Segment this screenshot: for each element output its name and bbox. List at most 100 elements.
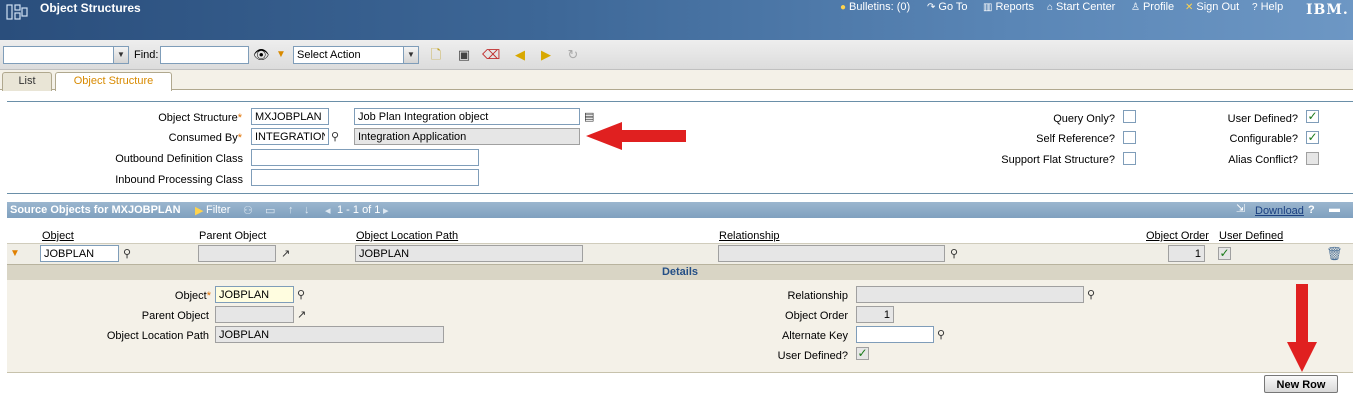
goto-link[interactable]: ↷ Go To [927, 1, 968, 13]
filter-icon[interactable]: ▶ [195, 204, 203, 217]
lookup-magnifier-icon[interactable]: ⚲ [1087, 288, 1095, 301]
table-help-icon[interactable]: ? [1308, 204, 1315, 216]
query-only-label: Query Only? [1053, 113, 1115, 125]
binoculars-icon[interactable]: 👁 [253, 47, 270, 63]
row-expand-arrow-icon[interactable]: ▼ [10, 248, 20, 259]
help-question-icon: ? [1252, 2, 1258, 13]
start-center-link[interactable]: ⌂ Start Center [1047, 1, 1115, 13]
detail-alternate-key-input[interactable] [856, 326, 934, 343]
alias-conflict-label: Alias Conflict? [1228, 154, 1298, 166]
col-relationship[interactable]: Relationship [719, 230, 780, 242]
find-label: Find: [134, 49, 159, 61]
self-reference-label: Self Reference? [1036, 133, 1115, 145]
tab-list[interactable]: List [2, 72, 52, 91]
detail-relationship [856, 286, 1084, 303]
configurable-label: Configurable? [1229, 133, 1299, 145]
self-reference-checkbox[interactable] [1123, 131, 1136, 144]
page-next-icon[interactable]: ▸ [383, 204, 389, 217]
tab-object-structure[interactable]: Object Structure [55, 72, 172, 91]
close-x-icon: ✕ [1185, 2, 1194, 13]
detail-object-order [856, 306, 894, 323]
lookup-magnifier-icon[interactable]: ⚲ [123, 247, 131, 260]
filter-link[interactable]: Filter [206, 204, 230, 216]
detail-user-defined-checkbox: ✓ [856, 346, 869, 360]
arrow-down-icon[interactable]: ↓ [304, 204, 310, 216]
lookup-magnifier-icon[interactable]: ⚲ [937, 328, 945, 341]
lookup-magnifier-icon[interactable]: ⚲ [297, 288, 305, 301]
required-asterisk: * [206, 290, 211, 302]
lookup-magnifier-icon[interactable]: ⚲ [331, 130, 339, 143]
save-icon[interactable]: ▣ [456, 47, 472, 63]
new-record-icon[interactable]: 🗋 [428, 47, 444, 63]
consumed-by-label: Consumed By* [168, 132, 242, 144]
query-select[interactable]: ▼ [3, 46, 129, 64]
lookup-magnifier-icon[interactable]: ⚲ [950, 247, 958, 260]
select-action-dropdown[interactable]: Select Action ▼ [293, 46, 419, 64]
clear-eraser-icon[interactable]: ⌫ [482, 47, 500, 63]
reports-chart-icon: ▥ [983, 2, 993, 13]
tab-strip [0, 70, 1353, 90]
inbound-class-label: Inbound Processing Class [115, 174, 243, 186]
row-parent-object [198, 245, 276, 262]
outbound-class-label: Outbound Definition Class [115, 153, 243, 165]
next-arrow-icon[interactable]: ▶ [538, 47, 554, 63]
bulletins-link[interactable]: ● Bulletins: (0) [840, 1, 910, 13]
refresh-icon[interactable]: ↻ [565, 47, 581, 63]
detail-order-label: Object Order [785, 310, 848, 322]
sign-out-link[interactable]: ✕ Sign Out [1185, 1, 1239, 13]
detail-parent-object [215, 306, 294, 323]
app-menu-icon[interactable] [6, 3, 28, 21]
arrow-up-icon[interactable]: ↑ [288, 204, 294, 216]
user-defined-checkbox[interactable]: ✓ [1306, 110, 1319, 123]
download-link[interactable]: Download [1255, 205, 1304, 217]
required-asterisk: * [237, 132, 242, 144]
inbound-class-input[interactable] [251, 169, 479, 186]
pager-text: 1 - 1 of 1 [337, 204, 381, 216]
filter-dropdown-icon[interactable]: ▼ [273, 47, 289, 63]
flat-structure-checkbox[interactable] [1123, 152, 1136, 165]
goto-arrow-icon: ↷ [927, 2, 936, 13]
object-structure-input[interactable] [251, 108, 329, 125]
delete-trash-icon[interactable]: 🗑 [1326, 246, 1343, 262]
col-object-order[interactable]: Object Order [1146, 230, 1209, 242]
row-user-defined-checkbox: ✓ [1218, 246, 1231, 260]
alias-conflict-checkbox [1306, 152, 1319, 165]
profile-link[interactable]: ♙ Profile [1131, 1, 1174, 13]
configurable-checkbox[interactable]: ✓ [1306, 131, 1319, 144]
detail-parent-label: Parent Object [141, 310, 209, 322]
chevron-down-icon[interactable]: ▼ [403, 46, 419, 64]
detail-object-input[interactable] [215, 286, 294, 303]
chevron-down-icon[interactable]: ▼ [113, 46, 129, 64]
table-title: Source Objects for MXJOBPLAN [10, 204, 181, 216]
download-icon[interactable]: ⇲ [1236, 202, 1245, 215]
row-object-input[interactable] [40, 245, 119, 262]
page-prev-icon[interactable]: ◂ [325, 204, 331, 217]
binoculars-icon[interactable]: ⚇ [243, 204, 253, 217]
consumed-by-input[interactable] [251, 128, 329, 145]
header-divider [7, 101, 1353, 102]
query-only-checkbox[interactable] [1123, 110, 1136, 123]
detail-user-defined-label: User Defined? [777, 350, 848, 362]
app-title: Object Structures [40, 1, 141, 15]
source-objects-table-header: Source Objects for MXJOBPLAN ▶ Filter ⚇ … [7, 202, 1353, 218]
go-to-detail-icon[interactable]: ↗ [281, 247, 290, 260]
consumed-by-description [354, 128, 580, 145]
outbound-class-input[interactable] [251, 149, 479, 166]
find-input[interactable] [160, 46, 249, 64]
detail-alt-key-label: Alternate Key [781, 330, 848, 342]
clear-filter-icon[interactable]: ▭ [265, 204, 275, 217]
col-parent-object: Parent Object [199, 230, 267, 242]
new-row-button[interactable]: New Row [1264, 375, 1338, 393]
help-link[interactable]: ? Help [1252, 1, 1283, 13]
col-object-location-path[interactable]: Object Location Path [356, 230, 458, 242]
annotation-arrow-down [1287, 284, 1317, 372]
col-user-defined[interactable]: User Defined [1219, 230, 1283, 242]
go-to-detail-icon[interactable]: ↗ [297, 308, 306, 321]
title-bar: Object Structures ● Bulletins: (0) ↷ Go To… [0, 0, 1353, 40]
previous-arrow-icon[interactable]: ◀ [512, 47, 528, 63]
reports-link[interactable]: ▥ Reports [983, 1, 1034, 13]
home-icon: ⌂ [1047, 2, 1054, 13]
object-structure-description[interactable] [354, 108, 580, 125]
collapse-table-icon[interactable]: ▬ [1329, 203, 1340, 215]
col-object[interactable]: Object [42, 230, 74, 242]
